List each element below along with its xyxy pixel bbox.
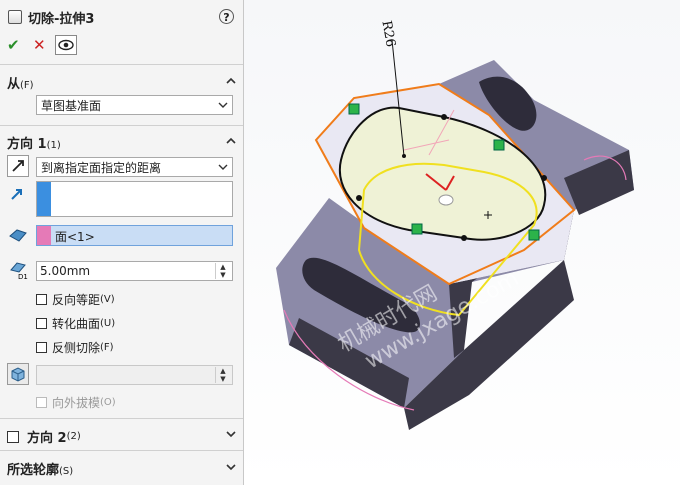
- chevron-down-icon[interactable]: [226, 429, 236, 439]
- svg-text:D1: D1: [18, 273, 28, 280]
- feature-title-text: 切除-拉伸3: [28, 11, 95, 27]
- relation-marker-icon[interactable]: [411, 223, 423, 235]
- face-selection-value: 面<1>: [55, 230, 95, 244]
- end-condition-dropdown[interactable]: 到离指定面指定的距离: [36, 157, 233, 177]
- end-condition-value: 到离指定面指定的距离: [41, 160, 162, 175]
- spin-up[interactable]: ▲: [216, 263, 230, 271]
- spin-down: ▼: [220, 375, 226, 383]
- reverse-offset-checkbox[interactable]: 反向等距 (V): [36, 291, 115, 308]
- from-dropdown[interactable]: 草图基准面: [36, 95, 233, 115]
- flip-direction-icon: [12, 160, 24, 172]
- from-shortcut: (F): [20, 80, 34, 91]
- separator: [0, 450, 243, 451]
- face-select-icon: [9, 229, 27, 242]
- separator: [0, 125, 243, 126]
- direction-vector-icon: [11, 189, 22, 200]
- checkbox-box: [36, 318, 47, 329]
- relation-marker-icon[interactable]: [348, 103, 360, 115]
- direction-vector-selection-box[interactable]: [36, 181, 233, 217]
- direction1-label: 方向 1: [7, 137, 47, 152]
- selection-color-strip: [37, 182, 51, 216]
- flip-direction-button[interactable]: [7, 155, 29, 177]
- checkbox-label: 转化曲面: [52, 317, 101, 331]
- property-manager-panel: 切除-拉伸3 ? ✔ ✕ 从(F) 草图基准面 方向 1(1) 到离指定面指定的…: [0, 0, 244, 485]
- direction2-shortcut: (2): [66, 431, 81, 442]
- flip-side-cut-checkbox[interactable]: 反侧切除 (F): [36, 339, 114, 356]
- spin-buttons: ▲ ▼: [215, 367, 230, 383]
- chevron-down-icon: [218, 102, 228, 108]
- checkbox-label: 向外拔模: [52, 396, 101, 410]
- radius-dimension-text[interactable]: R26: [378, 20, 397, 49]
- relation-marker-icon[interactable]: [493, 139, 505, 151]
- checkbox-shortcut: (V): [100, 294, 115, 305]
- chevron-down-icon: [218, 164, 228, 170]
- face-selection-box[interactable]: 面<1>: [36, 225, 233, 246]
- cancel-button[interactable]: ✕: [33, 36, 46, 54]
- eye-icon: [58, 39, 74, 51]
- checkbox-shortcut: (O): [100, 397, 116, 408]
- checkbox-label: 反向等距: [52, 293, 101, 307]
- draft-outward-checkbox: 向外拔模 (O): [36, 394, 116, 411]
- offset-distance-icon: D1: [10, 262, 28, 280]
- selected-contours-shortcut: (S): [59, 466, 74, 477]
- selected-contours-section-header[interactable]: 所选轮廓(S): [7, 459, 73, 478]
- relation-marker-icon[interactable]: [528, 229, 540, 241]
- selected-contours-label: 所选轮廓: [7, 463, 60, 478]
- separator: [0, 418, 243, 419]
- chevron-up-icon[interactable]: [226, 76, 236, 86]
- cut-extrude-icon: [8, 10, 22, 24]
- from-dropdown-value: 草图基准面: [41, 98, 102, 113]
- checkbox-label: 反侧切除: [52, 341, 101, 355]
- selection-color-strip: [37, 226, 51, 245]
- checkbox-box: [36, 294, 47, 305]
- direction2-section-header[interactable]: 方向 2 (2): [7, 427, 81, 446]
- from-section-header[interactable]: 从(F): [7, 73, 34, 92]
- feature-title: 切除-拉伸3: [8, 6, 94, 28]
- spin-buttons[interactable]: ▲ ▼: [215, 263, 230, 279]
- offset-distance-value: 5.00mm: [40, 264, 91, 278]
- help-icon[interactable]: ?: [219, 9, 234, 24]
- offset-distance-input[interactable]: 5.00mm ▲ ▼: [36, 261, 233, 281]
- checkbox-shortcut: (F): [100, 342, 114, 353]
- ok-button[interactable]: ✔: [7, 36, 20, 54]
- from-label: 从: [7, 77, 21, 92]
- direction1-shortcut: (1): [46, 140, 61, 151]
- draft-angle-input: ▲ ▼: [36, 365, 233, 385]
- separator: [0, 64, 243, 65]
- chevron-down-icon[interactable]: [226, 462, 236, 472]
- checkbox-box: [36, 342, 47, 353]
- checkbox-box: [36, 397, 47, 408]
- spin-up: ▲: [220, 367, 226, 375]
- draft-icon: [11, 367, 25, 382]
- direction2-label: 方向 2: [27, 431, 67, 446]
- spin-down[interactable]: ▼: [216, 271, 230, 279]
- direction2-checkbox[interactable]: [7, 430, 19, 443]
- model-view: R26 机械时代网 www.jxage.com: [276, 20, 634, 430]
- translate-surface-checkbox[interactable]: 转化曲面 (U): [36, 315, 115, 332]
- chevron-up-icon[interactable]: [226, 136, 236, 146]
- preview-toggle-button[interactable]: [55, 35, 77, 55]
- drag-handle[interactable]: [438, 194, 454, 206]
- checkbox-shortcut: (U): [100, 318, 116, 329]
- direction1-section-header[interactable]: 方向 1(1): [7, 133, 61, 152]
- graphics-viewport[interactable]: R26 机械时代网 www.jxage.com: [244, 0, 680, 485]
- draft-toggle-button[interactable]: [7, 363, 29, 385]
